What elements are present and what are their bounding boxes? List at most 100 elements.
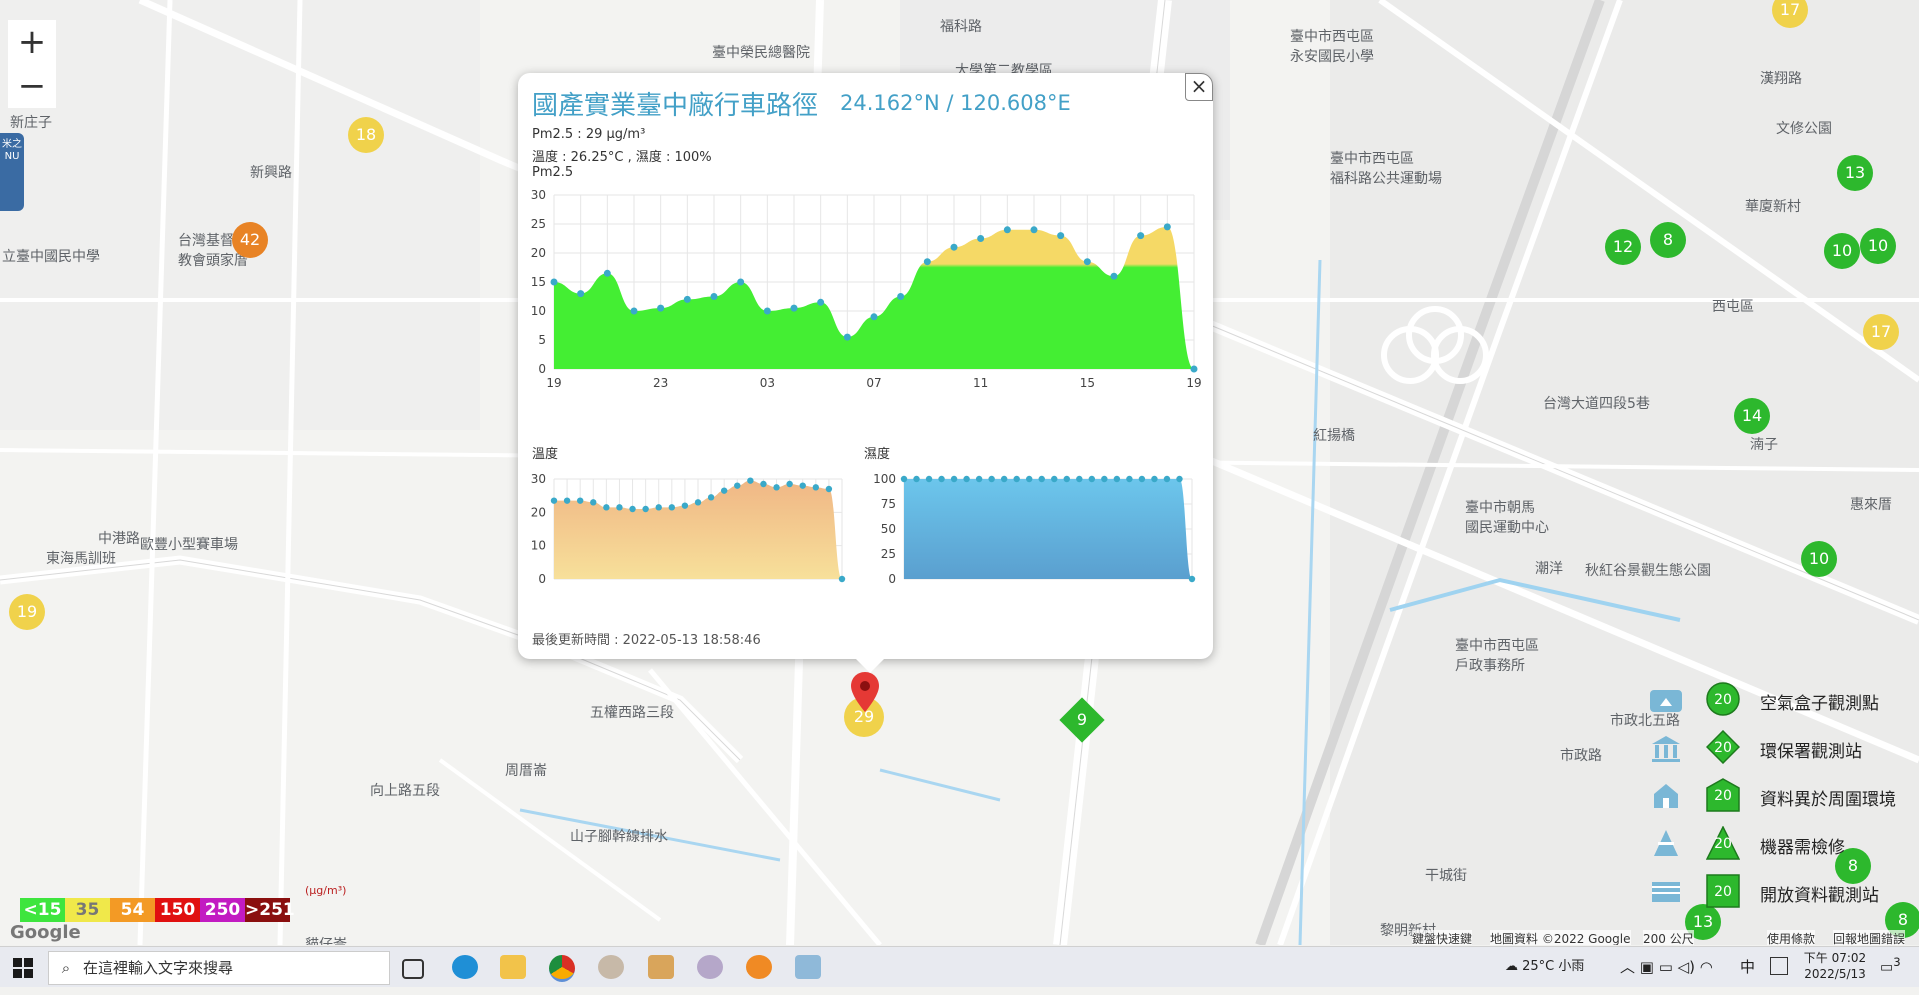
- app-icon-box[interactable]: [795, 955, 821, 979]
- y-tick-label: 5: [538, 333, 546, 347]
- legend-label: 空氣盒子觀測點: [1760, 694, 1879, 714]
- pm25-reading: Pm2.5 : 29 μg/m³: [532, 127, 646, 142]
- ime-mode-icon[interactable]: [1770, 957, 1788, 975]
- app-icon-snipping[interactable]: [697, 955, 723, 979]
- x-tick-label: 15: [1080, 376, 1095, 390]
- x-tick-label: 11: [973, 376, 988, 390]
- data-point: [812, 484, 820, 491]
- legend-label: 資料異於周圍環境: [1760, 790, 1896, 810]
- ime-indicator[interactable]: 中: [1740, 947, 1755, 987]
- data-point: [838, 575, 846, 583]
- data-point: [817, 298, 825, 306]
- legend-label: 開放資料觀測站: [1760, 886, 1879, 906]
- airbox-marker[interactable]: 12: [1605, 229, 1641, 265]
- location-pin-icon[interactable]: [851, 672, 879, 712]
- data-point: [590, 499, 597, 506]
- scale-segment: 250: [200, 898, 245, 922]
- airbox-marker[interactable]: 8: [1650, 222, 1686, 258]
- legend-label: 機器需檢修: [1760, 838, 1845, 858]
- map-place-label: 西屯區: [1712, 299, 1754, 315]
- clock-date[interactable]: 2022/5/13: [1800, 967, 1870, 985]
- blender-icon[interactable]: [746, 955, 772, 979]
- map-place-label: 周厝崙: [505, 763, 547, 779]
- data-point: [642, 505, 649, 513]
- y-tick-label: 30: [531, 188, 546, 202]
- data-point: [1190, 365, 1198, 373]
- data-point: [897, 293, 905, 300]
- map-place-label: 福科路: [940, 19, 982, 35]
- y-tick-label: 30: [531, 472, 546, 486]
- chrome-browser-icon[interactable]: [549, 955, 575, 982]
- airbox-marker[interactable]: 14: [1734, 398, 1770, 434]
- close-button[interactable]: ×: [1185, 73, 1213, 101]
- data-point: [1101, 475, 1108, 483]
- airbox-marker[interactable]: 19: [9, 594, 45, 630]
- map-data-attribution: 地圖資料 ©2022 Google: [1490, 930, 1631, 945]
- data-point: [1026, 475, 1033, 483]
- zoom-in-button[interactable]: +: [8, 20, 56, 64]
- weather-widget[interactable]: ☁ 25°C 小雨: [1505, 947, 1584, 987]
- y-tick-label: 0: [888, 572, 896, 586]
- data-point: [683, 295, 691, 303]
- data-point: [668, 504, 676, 511]
- svg-text:20: 20: [1714, 740, 1732, 756]
- airbox-marker[interactable]: 13: [1837, 155, 1873, 191]
- map-place-label: 干城街: [1425, 868, 1467, 884]
- data-point: [950, 475, 958, 483]
- report-error-link[interactable]: 回報地圖錯誤: [1833, 930, 1906, 945]
- taskbar-search-box[interactable]: ⌕ 在這裡輸入文字來搜尋: [48, 951, 390, 985]
- airbox-marker[interactable]: 10: [1860, 228, 1896, 264]
- edge-browser-icon[interactable]: [452, 955, 478, 979]
- terms-link[interactable]: 使用條款: [1767, 930, 1816, 945]
- task-view-icon[interactable]: [402, 959, 424, 979]
- data-point: [1137, 232, 1145, 240]
- app-icon-compass[interactable]: [598, 955, 624, 979]
- notification-center-icon[interactable]: ▭3: [1880, 955, 1901, 995]
- windows-taskbar: ⌕ 在這裡輸入文字來搜尋 ☁ 25°C 小雨 ︿ ▣ ▭ ◁) ◠ 中 下午 07…: [0, 946, 1919, 987]
- airbox-marker[interactable]: 18: [348, 117, 384, 153]
- zoom-out-button[interactable]: −: [8, 64, 56, 108]
- legend-item: 20 機器需檢修: [1648, 824, 1918, 864]
- airbox-marker[interactable]: 10: [1801, 541, 1837, 577]
- airbox-marker[interactable]: 42: [232, 222, 268, 258]
- app-icon-animal[interactable]: [648, 955, 674, 979]
- map-place-label: 貓仔崙: [305, 937, 347, 945]
- last-updated-text: 最後更新時間 : 2022-05-13 18:58:46: [532, 633, 761, 648]
- data-point: [1057, 232, 1065, 240]
- tray-icons[interactable]: ︿ ▣ ▭ ◁) ◠: [1620, 947, 1713, 987]
- data-point: [925, 475, 933, 483]
- map-place-label: 華廈新村: [1745, 199, 1801, 215]
- map-canvas[interactable]: 新庄子 福科路 臺中市西屯區 永安國民小學 臺中榮民總醫院 大學第二教學區 新興路 台灣基督…: [0, 0, 1919, 945]
- humidity-chart: 0 25 50 75 100: [873, 472, 1196, 586]
- zoom-control: + −: [8, 20, 56, 108]
- map-place-label: 中港路: [98, 531, 140, 547]
- data-point: [763, 307, 771, 315]
- legend-item: 20 環保署觀測站: [1648, 728, 1918, 768]
- y-tick-label: 10: [531, 304, 546, 318]
- data-point: [923, 258, 931, 266]
- scale-segment: 54: [110, 898, 155, 922]
- keyboard-shortcuts-link[interactable]: 鍵盤快速鍵: [1412, 930, 1473, 945]
- clock-time[interactable]: 下午 07:02: [1800, 949, 1870, 967]
- map-place-label: 五權西路三段: [590, 705, 674, 721]
- legend-item: 20 空氣盒子觀測點: [1648, 680, 1918, 720]
- station-title: 國產實業臺中廠行車路徑: [532, 91, 819, 121]
- side-panel-tab[interactable]: 米之NU: [0, 133, 24, 211]
- windows-start-icon[interactable]: [13, 958, 33, 978]
- airbox-marker[interactable]: 17: [1863, 314, 1899, 350]
- data-point: [950, 243, 958, 251]
- epa-station-value: 9: [1076, 710, 1088, 729]
- map-place-label: 臺中市西屯區 戶政事務所: [1455, 638, 1539, 674]
- data-point: [1163, 223, 1171, 231]
- x-tick-label: 19: [1186, 376, 1201, 390]
- y-tick-label: 25: [531, 217, 546, 231]
- data-point: [1038, 475, 1045, 483]
- airbox-marker[interactable]: 10: [1824, 233, 1860, 269]
- map-scale-bar[interactable]: 200 公尺: [1643, 930, 1694, 945]
- data-point: [655, 504, 662, 511]
- data-point: [710, 293, 718, 300]
- epa-station-marker[interactable]: 9: [1059, 697, 1105, 743]
- data-point: [1088, 475, 1096, 483]
- file-explorer-icon[interactable]: [500, 955, 526, 979]
- cone-icon: [1654, 830, 1678, 856]
